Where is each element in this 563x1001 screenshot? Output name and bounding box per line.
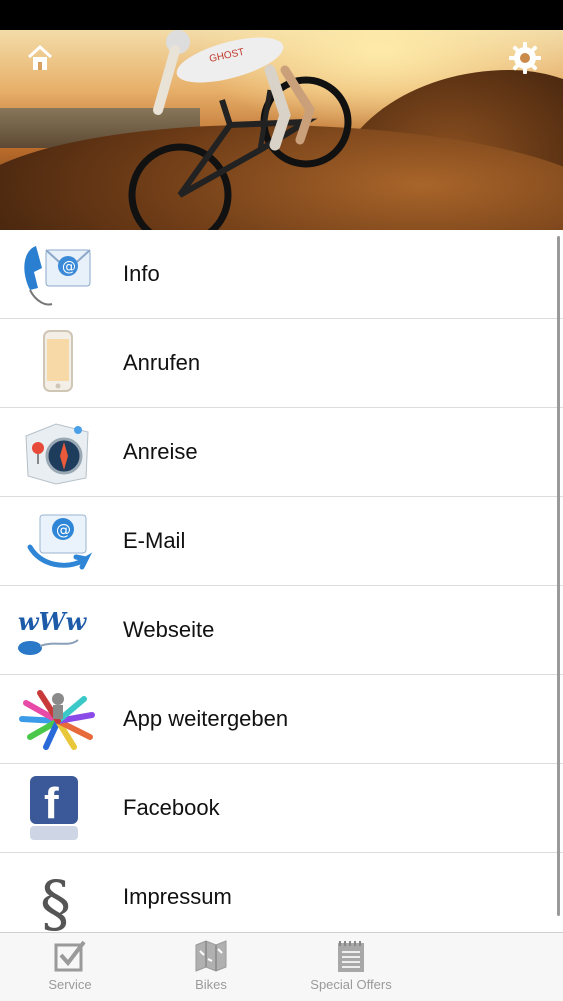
checkbox-icon	[54, 940, 86, 972]
tab-special-offers[interactable]: Special Offers	[296, 939, 406, 999]
tab-special-offers-label: Special Offers	[310, 977, 392, 992]
tab-service-label: Service	[48, 977, 92, 992]
svg-text:@: @	[56, 521, 71, 539]
phone-email-icon: @	[24, 246, 91, 306]
svg-text:wWw: wWw	[18, 607, 88, 636]
paragraph-icon: §	[40, 867, 71, 932]
menu-list: @ Info Anrufen Anreise @ E-Mail wWw Webs…	[0, 230, 563, 932]
menu-item-anrufen[interactable]: Anrufen	[0, 319, 563, 408]
tab-bikes[interactable]: Bikes	[156, 939, 266, 999]
facebook-icon: f	[30, 776, 78, 840]
menu-item-label: Anrufen	[123, 350, 201, 375]
status-bar	[0, 0, 563, 30]
home-button[interactable]	[20, 38, 60, 78]
map-icon	[195, 940, 227, 972]
menu-item-label: Info	[123, 261, 160, 286]
compass-map-icon	[25, 423, 89, 485]
scrollbar[interactable]	[557, 236, 560, 916]
tab-bikes-label: Bikes	[195, 977, 227, 992]
share-arrows-icon	[19, 690, 95, 750]
header-banner: GHOST	[0, 30, 563, 230]
smartphone-icon	[43, 330, 73, 392]
menu-item-label: Webseite	[123, 617, 215, 642]
notepad-icon	[338, 941, 364, 972]
menu-item-anreise[interactable]: Anreise	[0, 408, 563, 497]
svg-text:@: @	[62, 259, 76, 275]
menu-item-info[interactable]: @ Info	[0, 230, 563, 319]
tab-service[interactable]: Service	[15, 939, 125, 999]
menu-item-label: Impressum	[123, 884, 232, 909]
svg-text:§: §	[40, 867, 71, 932]
menu-item-label: Anreise	[123, 439, 198, 464]
menu-item-impressum[interactable]: § Impressum	[0, 853, 563, 932]
gear-icon	[509, 42, 541, 74]
menu-item-webseite[interactable]: wWw Webseite	[0, 586, 563, 675]
menu-item-label: App weitergeben	[123, 706, 289, 731]
menu-item-app-weitergeben[interactable]: App weitergeben	[0, 675, 563, 764]
tab-bar: Service Bikes Special Offers	[0, 932, 563, 1001]
menu-item-email[interactable]: @ E-Mail	[0, 497, 563, 586]
www-mouse-icon: wWw	[18, 607, 88, 655]
menu-item-facebook[interactable]: f Facebook	[0, 764, 563, 853]
email-at-icon: @	[27, 514, 93, 570]
home-icon	[27, 44, 53, 70]
menu-item-label: Facebook	[123, 795, 220, 820]
mountain-biker-image: GHOST	[128, 30, 352, 230]
menu-item-label: E-Mail	[123, 528, 186, 553]
svg-text:f: f	[44, 779, 59, 828]
settings-button[interactable]	[505, 38, 545, 78]
